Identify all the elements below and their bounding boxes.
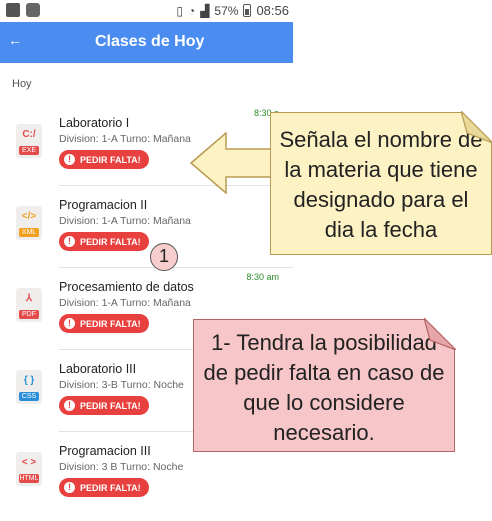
request-absence-button[interactable]: ! PEDIR FALTA! <box>59 478 149 497</box>
folded-corner <box>424 318 456 350</box>
file-extension: XML <box>19 228 39 237</box>
request-absence-label: PEDIR FALTA! <box>80 236 141 247</box>
back-arrow-icon[interactable]: ← <box>8 32 22 48</box>
notification-icon <box>6 3 20 17</box>
xml-file-icon: </> XML <box>16 206 42 240</box>
file-extension: PDF <box>19 310 39 319</box>
battery-percent: 57% <box>214 3 239 18</box>
request-absence-label: PEDIR FALTA! <box>80 400 141 411</box>
alert-icon: ! <box>64 482 75 493</box>
request-absence-label: PEDIR FALTA! <box>80 318 141 329</box>
file-glyph: ⅄ <box>25 293 33 304</box>
request-absence-button[interactable]: ! PEDIR FALTA! <box>59 396 149 415</box>
left-arrow-pointer <box>190 132 276 194</box>
division-shift: Division: 1-A Turno: Mañana <box>59 297 191 309</box>
list-item[interactable]: </> XML Programacion II Division: 1-A Turno… <box>0 186 293 268</box>
alert-icon: ! <box>64 154 75 165</box>
request-absence-button[interactable]: ! PEDIR FALTA! <box>59 232 149 251</box>
request-absence-button[interactable]: ! PEDIR FALTA! <box>59 150 149 169</box>
status-bar: ▯ ◔ ▟ 57% 08:56 <box>0 0 293 22</box>
division-shift: Division: 1-A Turno: Mañana <box>59 133 191 145</box>
battery-icon <box>243 4 252 17</box>
signal-icon: ▟ <box>200 3 210 18</box>
subject-name: Programacion III <box>59 444 151 458</box>
division-shift: Division: 3-B Turno: Noche <box>59 379 184 391</box>
file-extension: EXE <box>19 146 39 155</box>
file-glyph: < > <box>21 457 37 468</box>
callout-absence-text: 1- Tendra la posibilidad de pedir falta … <box>203 330 445 445</box>
request-absence-label: PEDIR FALTA! <box>80 482 141 493</box>
file-extension: CSS <box>19 392 39 401</box>
file-glyph: { } <box>23 375 35 386</box>
callout-absence-request: 1- Tendra la posibilidad de pedir falta … <box>193 318 456 452</box>
request-absence-button[interactable]: ! PEDIR FALTA! <box>59 314 149 333</box>
exe-file-icon: C:/ EXE <box>16 124 42 158</box>
app-bar: ← Clases de Hoy <box>0 22 293 63</box>
subject-name: Laboratorio III <box>59 362 137 376</box>
callout-subject-text: Señala el nombre de la materia que tiene… <box>279 127 483 242</box>
vibrate-icon: ▯ <box>176 3 183 18</box>
subject-name: Programacion II <box>59 198 148 212</box>
folded-corner <box>461 111 492 143</box>
clock: 08:56 <box>256 3 289 18</box>
callout-subject-name: Señala el nombre de la materia que tiene… <box>270 111 492 255</box>
request-absence-label: PEDIR FALTA! <box>80 154 141 165</box>
subject-name: Procesamiento de datos <box>59 280 194 294</box>
alert-icon: ! <box>64 236 75 247</box>
file-extension: HTML <box>19 474 39 483</box>
file-glyph: </> <box>21 211 37 222</box>
page-title: Clases de Hoy <box>95 33 205 50</box>
division-shift: Division: 1-A Turno: Mañana <box>59 215 191 227</box>
alert-icon: ! <box>64 318 75 329</box>
pdf-file-icon: ⅄ PDF <box>16 288 42 322</box>
annotation-marker-1: 1 <box>150 243 178 271</box>
alert-icon: ! <box>64 400 75 411</box>
wifi-icon: ◔ <box>187 3 196 18</box>
html-file-icon: < > HTML <box>16 452 42 486</box>
class-time: 8:30 am <box>246 272 279 282</box>
css-file-icon: { } CSS <box>16 370 42 404</box>
youtube-icon <box>26 3 40 17</box>
subject-name: Laboratorio I <box>59 116 130 130</box>
section-label-hoy: Hoy <box>12 78 32 90</box>
division-shift: Division: 3 B Turno: Noche <box>59 461 184 473</box>
file-glyph: C:/ <box>22 129 36 140</box>
